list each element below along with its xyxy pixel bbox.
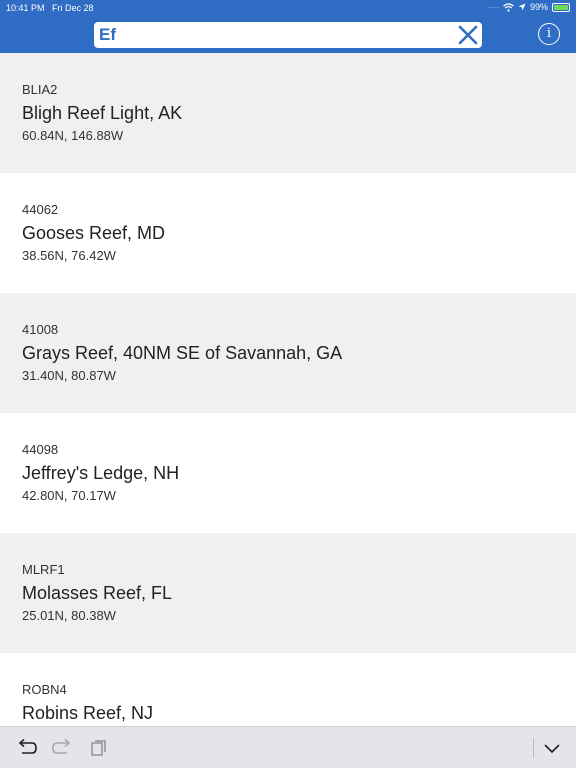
redo-icon: [52, 738, 71, 754]
station-name: Bligh Reef Light, AK: [22, 103, 183, 123]
station-coords: 60.84N, 146.88W: [22, 128, 124, 143]
toolbar-divider: [533, 738, 534, 758]
station-row[interactable]: ROBN4 Robins Reef, NJ: [0, 653, 576, 726]
station-name: Grays Reef, 40NM SE of Savannah, GA: [22, 343, 343, 363]
station-name: Jeffrey's Ledge, NH: [22, 463, 180, 483]
station-coords: 42.80N, 70.17W: [22, 488, 116, 503]
paste-button[interactable]: [86, 738, 108, 758]
redo-button[interactable]: [51, 738, 73, 758]
station-name: Robins Reef, NJ: [22, 703, 154, 723]
info-button[interactable]: i: [538, 23, 560, 45]
search-input[interactable]: Ef: [99, 25, 116, 45]
station-coords: 25.01N, 80.38W: [22, 608, 116, 623]
station-name: Gooses Reef, MD: [22, 223, 166, 243]
status-bar: 10:41 PM Fri Dec 28 ···· 99%: [0, 0, 576, 16]
location-icon: [518, 3, 526, 11]
station-id: 41008: [22, 322, 59, 337]
dismiss-keyboard-button[interactable]: [541, 738, 563, 758]
wifi-icon: [503, 2, 514, 12]
station-id: 44062: [22, 202, 59, 217]
keyboard-shortcut-bar: [0, 726, 576, 768]
info-icon: i: [546, 26, 552, 41]
status-date: Fri Dec 28: [52, 3, 94, 13]
station-id: MLRF1: [22, 562, 65, 577]
clear-search-button[interactable]: [456, 23, 480, 47]
station-row[interactable]: 44062 Gooses Reef, MD 38.56N, 76.42W: [0, 173, 576, 293]
station-row[interactable]: 44098 Jeffrey's Ledge, NH 42.80N, 70.17W: [0, 413, 576, 533]
chevron-down-icon: [544, 744, 560, 754]
station-id: BLIA2: [22, 82, 58, 97]
search-field[interactable]: Ef: [94, 22, 482, 48]
station-coords: 38.56N, 76.42W: [22, 248, 116, 263]
signal-icon: ····: [488, 2, 499, 12]
battery-icon: [552, 2, 570, 12]
station-row[interactable]: MLRF1 Molasses Reef, FL 25.01N, 80.38W: [0, 533, 576, 653]
station-name: Molasses Reef, FL: [22, 583, 173, 603]
undo-icon: [18, 738, 37, 754]
undo-button[interactable]: [16, 738, 38, 758]
station-coords: 31.40N, 80.87W: [22, 368, 116, 383]
app-header: 10:41 PM Fri Dec 28 ···· 99% Ef i: [0, 0, 576, 53]
station-list[interactable]: BLIA2 Bligh Reef Light, AK 60.84N, 146.8…: [0, 53, 576, 726]
station-row[interactable]: BLIA2 Bligh Reef Light, AK 60.84N, 146.8…: [0, 53, 576, 173]
station-row[interactable]: 41008 Grays Reef, 40NM SE of Savannah, G…: [0, 293, 576, 413]
battery-percent: 99%: [529, 2, 548, 12]
station-id: 44098: [22, 442, 59, 457]
paste-icon: [91, 740, 106, 756]
close-icon: [458, 25, 478, 45]
status-time: 10:41 PM: [6, 3, 45, 13]
status-indicators: ···· 99%: [488, 2, 570, 12]
station-id: ROBN4: [22, 682, 67, 697]
